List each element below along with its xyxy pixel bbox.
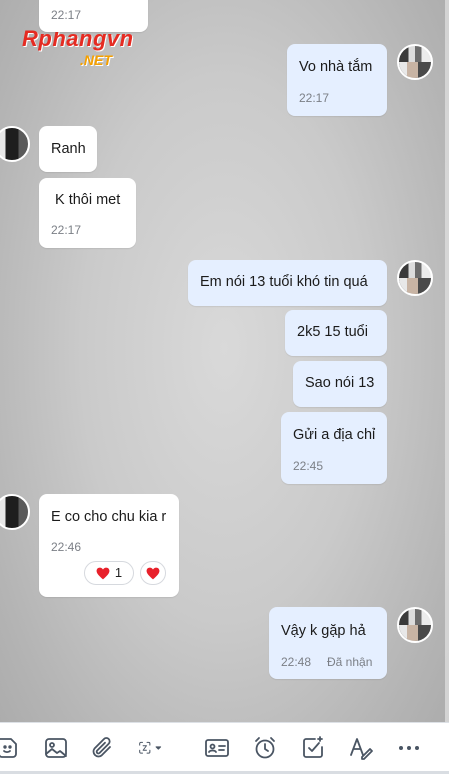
attachment-icon[interactable] — [90, 735, 116, 761]
more-icon[interactable] — [396, 735, 422, 761]
sticker-icon[interactable] — [0, 735, 20, 761]
message-bubble-outgoing[interactable]: Vo nhà tắm 22:17 — [287, 44, 387, 116]
reaction-count-pill[interactable]: 1 — [84, 561, 134, 585]
heart-icon — [96, 567, 110, 580]
task-checkbox-icon[interactable] — [300, 735, 326, 761]
scrollbar-track[interactable] — [445, 0, 449, 722]
my-avatar[interactable] — [397, 607, 433, 643]
message-time: 22:48 — [281, 655, 312, 669]
message-text: 2k5 15 tuổi — [297, 324, 368, 340]
my-avatar[interactable] — [397, 260, 433, 296]
message-bubble-outgoing[interactable]: Sao nói 13 — [293, 361, 387, 407]
message-text: E co cho chu kia r — [51, 509, 167, 525]
message-time: 22:17 — [299, 91, 330, 105]
reminder-clock-icon[interactable] — [252, 735, 278, 761]
message-bubble-outgoing[interactable]: Vậy k gặp hả 22:48 Đã nhận — [269, 607, 387, 679]
reaction-count: 1 — [114, 565, 123, 580]
delivery-status: Đã nhận — [327, 655, 373, 669]
message-bubble-outgoing[interactable]: Gửi a địa chỉ 22:45 — [281, 412, 387, 484]
logo-sub-text: .NET — [80, 52, 112, 68]
text-format-icon[interactable] — [348, 735, 374, 761]
add-reaction-button[interactable] — [140, 561, 166, 585]
chat-area: Rphangvn .NET 22:17 Vo nhà tắm 22:17 Ran… — [0, 0, 449, 722]
message-bubble-outgoing[interactable]: Em nói 13 tuổi khó tin quá — [188, 260, 387, 306]
message-time: 22:17 — [51, 8, 82, 22]
message-text: Em nói 13 tuổi khó tin quá — [200, 274, 368, 290]
contact-avatar[interactable] — [0, 494, 30, 530]
message-bubble-incoming[interactable]: Ranh — [39, 126, 97, 172]
message-bubble-incoming[interactable]: 22:17 — [39, 0, 148, 32]
heart-icon — [146, 567, 160, 580]
watermark-logo: Rphangvn .NET — [22, 26, 162, 72]
image-icon[interactable] — [43, 735, 69, 761]
message-text: Gửi a địa chỉ — [293, 427, 376, 443]
my-avatar[interactable] — [397, 44, 433, 80]
message-text: Vậy k gặp hả — [281, 623, 366, 639]
message-time: 22:46 — [51, 540, 82, 554]
message-time: 22:45 — [293, 459, 324, 473]
message-text: Ranh — [51, 141, 86, 157]
message-bubble-incoming[interactable]: K thôi met 22:17 — [39, 178, 136, 248]
message-time: 22:17 — [51, 223, 82, 237]
contact-avatar[interactable] — [0, 126, 30, 162]
message-text: Vo nhà tắm — [299, 59, 373, 75]
zalo-screenshot-icon[interactable] — [138, 735, 184, 761]
message-text: K thôi met — [55, 192, 121, 208]
composer-toolbar — [0, 722, 449, 774]
contact-card-icon[interactable] — [204, 735, 230, 761]
message-bubble-incoming[interactable]: E co cho chu kia r 22:46 1 — [39, 494, 179, 597]
message-text: Sao nói 13 — [305, 375, 375, 391]
message-bubble-outgoing[interactable]: 2k5 15 tuổi — [285, 310, 387, 356]
